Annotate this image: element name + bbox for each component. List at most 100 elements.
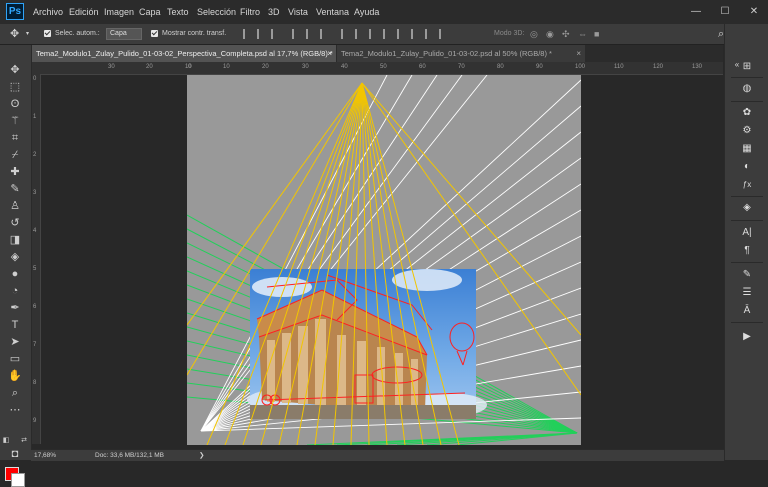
maximize-button[interactable]: ☐ — [711, 0, 739, 24]
slide-3d-icon[interactable]: ⇔ — [578, 24, 587, 44]
tab-perspectiva-completa[interactable]: Tema2_Modulo1_Zulay_Pulido_01-03-02_Pers… — [32, 45, 336, 62]
ruler-tick: 3 — [33, 190, 37, 196]
swap-colors-icon[interactable]: ⇄ — [20, 433, 28, 448]
history-brush-tool-icon[interactable]: ↺ — [6, 216, 24, 231]
minimize-button[interactable]: — — [682, 0, 710, 24]
ruler-tick: 110 — [614, 64, 624, 70]
menu-capa[interactable]: Capa — [139, 0, 161, 24]
distribute-right-icon[interactable] — [408, 29, 416, 39]
type-tool-icon[interactable]: T — [6, 318, 24, 333]
adjustments-icon[interactable]: ⚙ — [739, 124, 755, 138]
align-left-icon[interactable] — [289, 29, 297, 39]
color-icon[interactable]: ◍ — [739, 82, 755, 96]
brush-tool-icon[interactable]: ✎ — [6, 182, 24, 197]
ruler-tick: 0 — [188, 64, 192, 70]
styles-icon[interactable]: ◐ — [739, 160, 755, 174]
dodge-tool-icon[interactable]: ◔ — [6, 284, 24, 299]
magic-wand-tool-icon[interactable]: ⚚ — [6, 114, 24, 129]
paragraph-icon[interactable]: ¶ — [739, 244, 755, 258]
menu-ayuda[interactable]: Ayuda — [354, 0, 379, 24]
character-icon[interactable]: A| — [739, 226, 755, 240]
paint-bucket-tool-icon[interactable]: ◈ — [6, 250, 24, 265]
healing-brush-tool-icon[interactable]: ✚ — [6, 165, 24, 180]
options-bar: ✥ ▾ Selec. autom.: Capa Mostrar contr. t… — [0, 24, 768, 45]
distribute-top-icon[interactable] — [338, 29, 346, 39]
lasso-tool-icon[interactable]: ʘ — [6, 97, 24, 112]
path-selection-tool-icon[interactable]: ➤ — [6, 335, 24, 350]
default-colors-icon[interactable]: ◧ — [2, 433, 10, 448]
ruler-tick: 30 — [108, 64, 115, 70]
scale-3d-icon[interactable]: ■ — [594, 24, 599, 44]
menu-filtro[interactable]: Filtro — [240, 0, 260, 24]
ruler-tick: 5 — [33, 266, 37, 272]
menu-seleccion[interactable]: Selección — [197, 0, 236, 24]
fx-icon[interactable]: ƒx — [739, 178, 755, 192]
close-window-button[interactable]: ✕ — [740, 0, 768, 24]
eraser-tool-icon[interactable]: ◨ — [6, 233, 24, 248]
distribute-bottom-icon[interactable] — [366, 29, 374, 39]
history-icon[interactable]: ⊞ — [739, 60, 755, 74]
chevron-down-icon[interactable]: ▾ — [26, 24, 29, 44]
blur-tool-icon[interactable]: ● — [6, 267, 24, 282]
swatches-icon[interactable]: ▦ — [739, 142, 755, 156]
tools-panel: ✥ ⬚ ʘ ⚚ ⌗ ⌿ ✚ ✎ ♙ ↺ ◨ ◈ ● ◔ ✒ T ➤ ▭ ✋ ⌕ … — [0, 45, 32, 487]
align-right-icon[interactable] — [317, 29, 325, 39]
close-tab-icon[interactable]: × — [327, 45, 332, 62]
horizontal-ruler[interactable]: 30 20 10 0 10 20 30 40 50 60 70 80 90 10… — [32, 62, 723, 75]
layers-icon[interactable]: ◈ — [739, 201, 755, 215]
align-hcenter-icon[interactable] — [303, 29, 311, 39]
marquee-tool-icon[interactable]: ⬚ — [6, 80, 24, 95]
close-tab-icon[interactable]: × — [576, 45, 581, 62]
tab-documento-50[interactable]: Tema2_Modulo1_Zulay_Pulido_01-03-02.psd … — [337, 45, 585, 62]
ruler-tick: 20 — [146, 64, 153, 70]
ruler-origin[interactable] — [32, 62, 40, 74]
ruler-tick: 50 — [380, 64, 387, 70]
roll-3d-icon[interactable]: ◉ — [546, 24, 554, 44]
menu-edicion[interactable]: Edición — [69, 0, 99, 24]
distribute-spacing-icon[interactable] — [422, 29, 430, 39]
properties-icon[interactable]: ☰ — [739, 286, 755, 300]
move-tool-icon[interactable]: ✥ — [10, 24, 19, 44]
vertical-ruler[interactable]: 0 1 2 3 4 5 6 7 8 9 — [32, 74, 41, 444]
distribute-vcenter-icon[interactable] — [352, 29, 360, 39]
more-tools-icon[interactable]: ⋯ — [6, 403, 24, 418]
eyedropper-tool-icon[interactable]: ⌿ — [6, 148, 24, 163]
play-icon[interactable]: ▶ — [739, 330, 755, 344]
menu-ventana[interactable]: Ventana — [316, 0, 349, 24]
align-top-icon[interactable] — [240, 29, 248, 39]
zoom-tool-icon[interactable]: ⌕ — [6, 386, 24, 401]
auto-select-checkbox[interactable] — [44, 30, 51, 37]
auto-select-dropdown[interactable]: Capa — [106, 28, 142, 40]
crop-tool-icon[interactable]: ⌗ — [6, 131, 24, 146]
libraries-icon[interactable]: ✿ — [739, 106, 755, 120]
orbit-3d-icon[interactable]: ◎ — [530, 24, 538, 44]
ruler-tick: 9 — [33, 418, 37, 424]
hand-tool-icon[interactable]: ✋ — [6, 369, 24, 384]
auto-align-icon[interactable] — [436, 29, 444, 39]
document-size: Doc: 33,6 MB/132,1 MB — [95, 452, 165, 459]
move-tool-icon[interactable]: ✥ — [6, 63, 24, 78]
background-color-swatch[interactable] — [11, 473, 25, 487]
menu-archivo[interactable]: Archivo — [33, 0, 63, 24]
status-menu-arrow-icon[interactable]: ❯ — [199, 450, 204, 461]
tool-presets-icon[interactable]: ✎ — [739, 268, 755, 282]
align-vcenter-icon[interactable] — [254, 29, 262, 39]
align-bottom-icon[interactable] — [268, 29, 276, 39]
distribute-hcenter-icon[interactable] — [394, 29, 402, 39]
pan-3d-icon[interactable]: ✣ — [562, 24, 570, 44]
glyphs-icon[interactable]: Ā — [739, 304, 755, 318]
zoom-level[interactable]: 17,68% — [34, 450, 56, 461]
ruler-tick: 6 — [33, 304, 37, 310]
menu-vista[interactable]: Vista — [288, 0, 308, 24]
distribute-left-icon[interactable] — [380, 29, 388, 39]
clone-stamp-tool-icon[interactable]: ♙ — [6, 199, 24, 214]
menu-3d[interactable]: 3D — [268, 0, 280, 24]
pen-tool-icon[interactable]: ✒ — [6, 301, 24, 316]
ruler-tick: 40 — [341, 64, 348, 70]
menu-texto[interactable]: Texto — [167, 0, 189, 24]
document-canvas[interactable] — [187, 75, 581, 445]
show-transform-checkbox[interactable] — [151, 30, 158, 37]
menu-imagen[interactable]: Imagen — [104, 0, 134, 24]
rectangle-tool-icon[interactable]: ▭ — [6, 352, 24, 367]
mode-3d-label: Modo 3D: — [494, 30, 525, 37]
